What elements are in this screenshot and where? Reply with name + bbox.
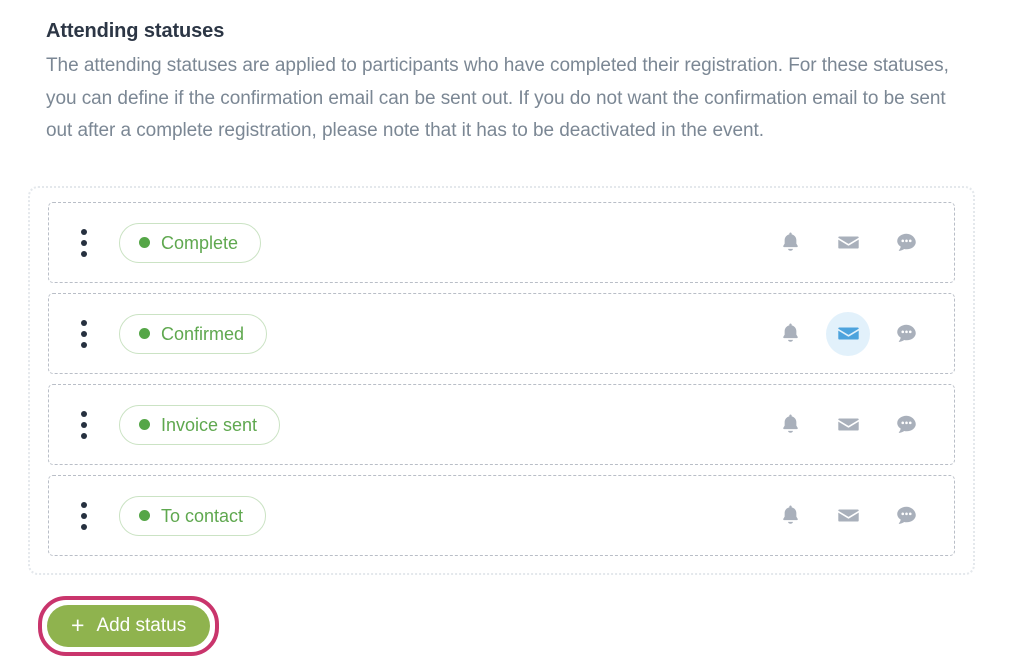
speech-bubble-icon[interactable] xyxy=(884,403,928,447)
envelope-icon[interactable] xyxy=(826,403,870,447)
speech-bubble-icon[interactable] xyxy=(884,312,928,356)
drag-dots-icon[interactable] xyxy=(71,405,97,445)
status-color-dot xyxy=(139,237,150,248)
bell-icon[interactable] xyxy=(768,312,812,356)
plus-icon: + xyxy=(71,611,85,638)
drag-dots-icon[interactable] xyxy=(71,314,97,354)
drag-dots-icon[interactable] xyxy=(71,223,97,263)
status-pill[interactable]: Confirmed xyxy=(119,313,268,354)
drag-dots-icon[interactable] xyxy=(71,496,97,536)
status-row[interactable]: Invoice sent xyxy=(48,384,955,465)
envelope-icon[interactable] xyxy=(826,311,870,356)
attending-statuses-page: Attending statuses The attending statuse… xyxy=(0,0,1010,668)
add-status-button[interactable]: + Add status xyxy=(47,605,211,647)
status-color-dot xyxy=(139,510,150,521)
status-label: Complete xyxy=(161,232,239,253)
speech-bubble-icon[interactable] xyxy=(884,221,928,265)
add-status-label: Add status xyxy=(96,615,187,636)
status-label: Confirmed xyxy=(161,323,245,344)
bell-icon[interactable] xyxy=(768,221,812,265)
status-pill[interactable]: Complete xyxy=(119,222,262,263)
add-status-focus-ring: + Add status xyxy=(38,596,220,656)
status-row[interactable]: Complete xyxy=(48,202,955,283)
row-actions xyxy=(768,311,936,356)
status-row[interactable]: Confirmed xyxy=(48,293,955,374)
status-pill[interactable]: Invoice sent xyxy=(119,404,281,445)
status-color-dot xyxy=(139,419,150,430)
row-actions xyxy=(768,403,936,447)
status-label: To contact xyxy=(161,505,244,526)
status-color-dot xyxy=(139,328,150,339)
status-pill[interactable]: To contact xyxy=(119,495,267,536)
envelope-icon[interactable] xyxy=(826,221,870,265)
envelope-icon[interactable] xyxy=(826,494,870,538)
row-actions xyxy=(768,221,936,265)
page-title: Attending statuses xyxy=(46,20,225,42)
status-list: Complete Confirmed Invoice sent To contact xyxy=(48,202,955,556)
section-description: The attending statuses are applied to pa… xyxy=(46,55,949,141)
bell-icon[interactable] xyxy=(768,403,812,447)
bell-icon[interactable] xyxy=(768,494,812,538)
row-actions xyxy=(768,494,936,538)
status-row[interactable]: To contact xyxy=(48,475,955,556)
speech-bubble-icon[interactable] xyxy=(884,494,928,538)
status-label: Invoice sent xyxy=(161,414,258,435)
status-list-container: Complete Confirmed Invoice sent To contact xyxy=(28,186,975,575)
